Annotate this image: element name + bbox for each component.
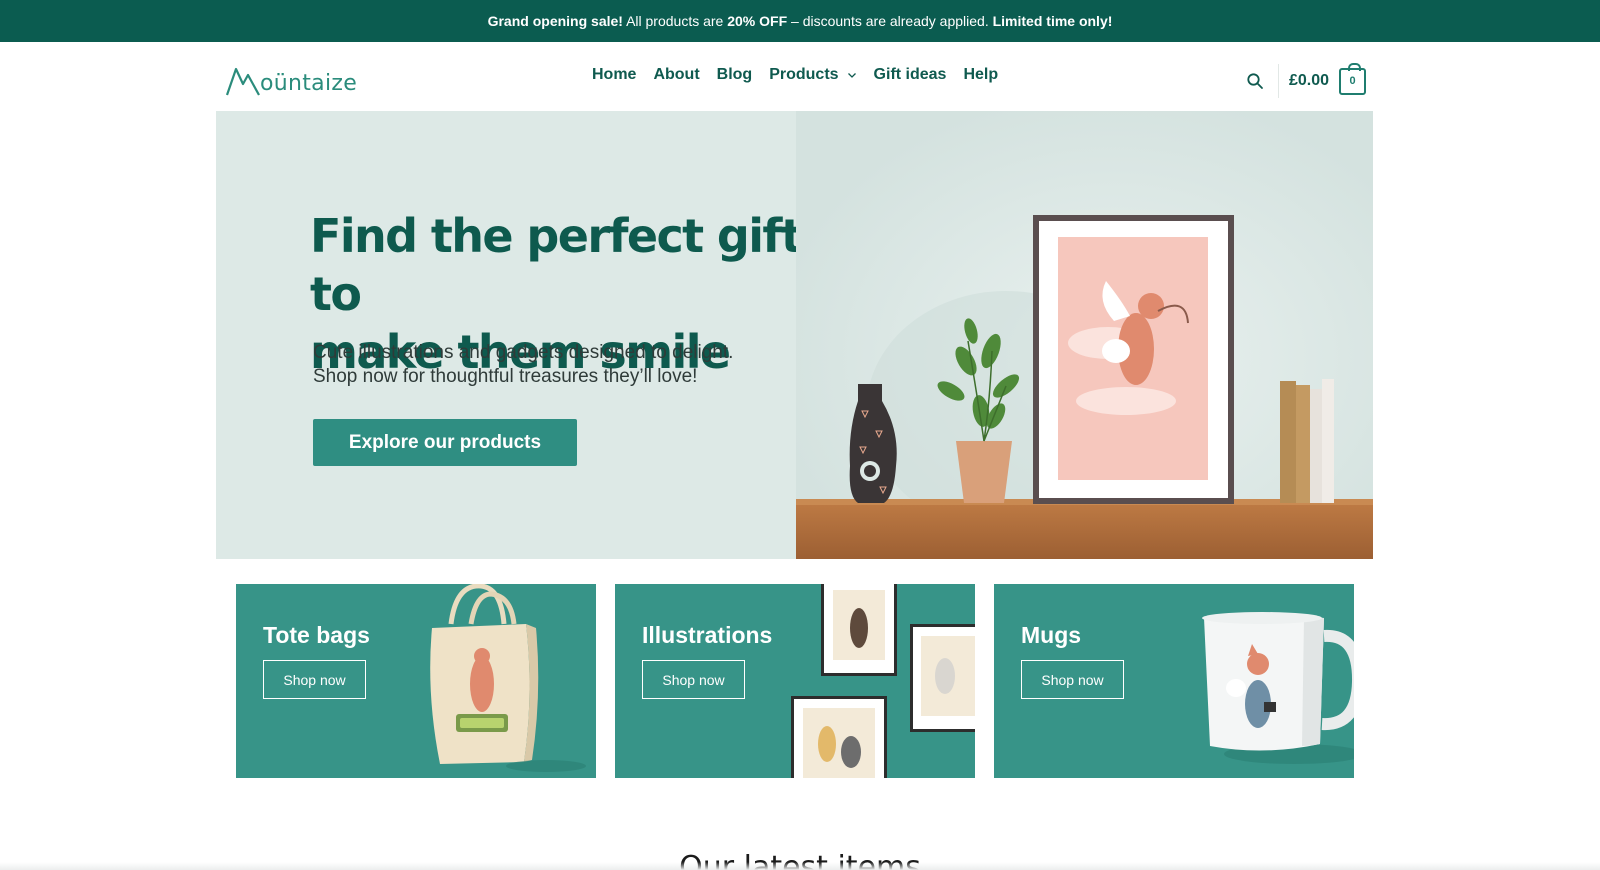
nav-products[interactable]: Products xyxy=(769,66,856,84)
nav-help[interactable]: Help xyxy=(963,66,998,84)
hero-subtitle-line-1: Cute illustrations and gadgets designed … xyxy=(313,342,734,363)
shop-now-button[interactable]: Shop now xyxy=(263,660,366,699)
announcement-discount: 20% OFF xyxy=(727,13,788,29)
site-header: oüntaize Home About Blog Products Gift i… xyxy=(0,42,1600,111)
announcement-highlight: Grand opening sale! xyxy=(487,13,623,29)
announcement-bar: Grand opening sale! All products are 20%… xyxy=(0,0,1600,42)
announcement-text-2: – discounts are already applied. xyxy=(787,13,993,29)
scroll-shadow xyxy=(0,862,1600,870)
header-actions: £0.00 0 xyxy=(1246,62,1367,98)
announcement-text: All products are xyxy=(622,13,728,29)
header-divider xyxy=(1278,64,1279,98)
hero-title-line-1: Find the perfect gift to xyxy=(310,209,803,321)
category-card-mugs[interactable]: Mugs Shop now xyxy=(994,584,1354,778)
main-nav: Home About Blog Products Gift ideas Help xyxy=(592,66,998,84)
category-title: Tote bags xyxy=(263,622,370,648)
shop-now-button[interactable]: Shop now xyxy=(642,660,745,699)
nav-blog[interactable]: Blog xyxy=(717,66,753,84)
cart-icon[interactable]: 0 xyxy=(1339,62,1367,95)
site-logo[interactable]: oüntaize xyxy=(226,60,357,96)
category-card-tote-bags[interactable]: Tote bags Shop now xyxy=(236,584,596,778)
nav-home[interactable]: Home xyxy=(592,66,636,84)
hero-banner: Find the perfect gift to make them smile… xyxy=(216,111,1373,559)
chevron-down-icon xyxy=(847,73,856,78)
framed-illustrations-image xyxy=(791,584,975,778)
shop-now-button[interactable]: Shop now xyxy=(1021,660,1124,699)
logo-mountain-icon xyxy=(226,67,260,96)
logo-text: oüntaize xyxy=(260,71,358,96)
nav-gift-ideas[interactable]: Gift ideas xyxy=(874,66,947,84)
nav-products-label: Products xyxy=(769,66,839,83)
cart-total[interactable]: £0.00 xyxy=(1289,72,1329,90)
category-title: Illustrations xyxy=(642,622,773,648)
hero-subtitle: Cute illustrations and gadgets designed … xyxy=(313,341,793,389)
announcement-limited: Limited time only! xyxy=(992,13,1113,29)
category-title: Mugs xyxy=(1021,622,1082,648)
hero-product-scene-image xyxy=(796,111,1373,559)
cart-count: 0 xyxy=(1349,75,1356,87)
tote-bag-image xyxy=(430,584,586,772)
hero-subtitle-line-2: Shop now for thoughtful treasures they’l… xyxy=(313,366,698,387)
category-card-illustrations[interactable]: Illustrations Shop now xyxy=(615,584,975,778)
nav-about[interactable]: About xyxy=(653,66,699,84)
search-icon[interactable] xyxy=(1246,72,1264,90)
explore-products-button[interactable]: Explore our products xyxy=(313,419,577,466)
mug-image xyxy=(1202,612,1354,764)
